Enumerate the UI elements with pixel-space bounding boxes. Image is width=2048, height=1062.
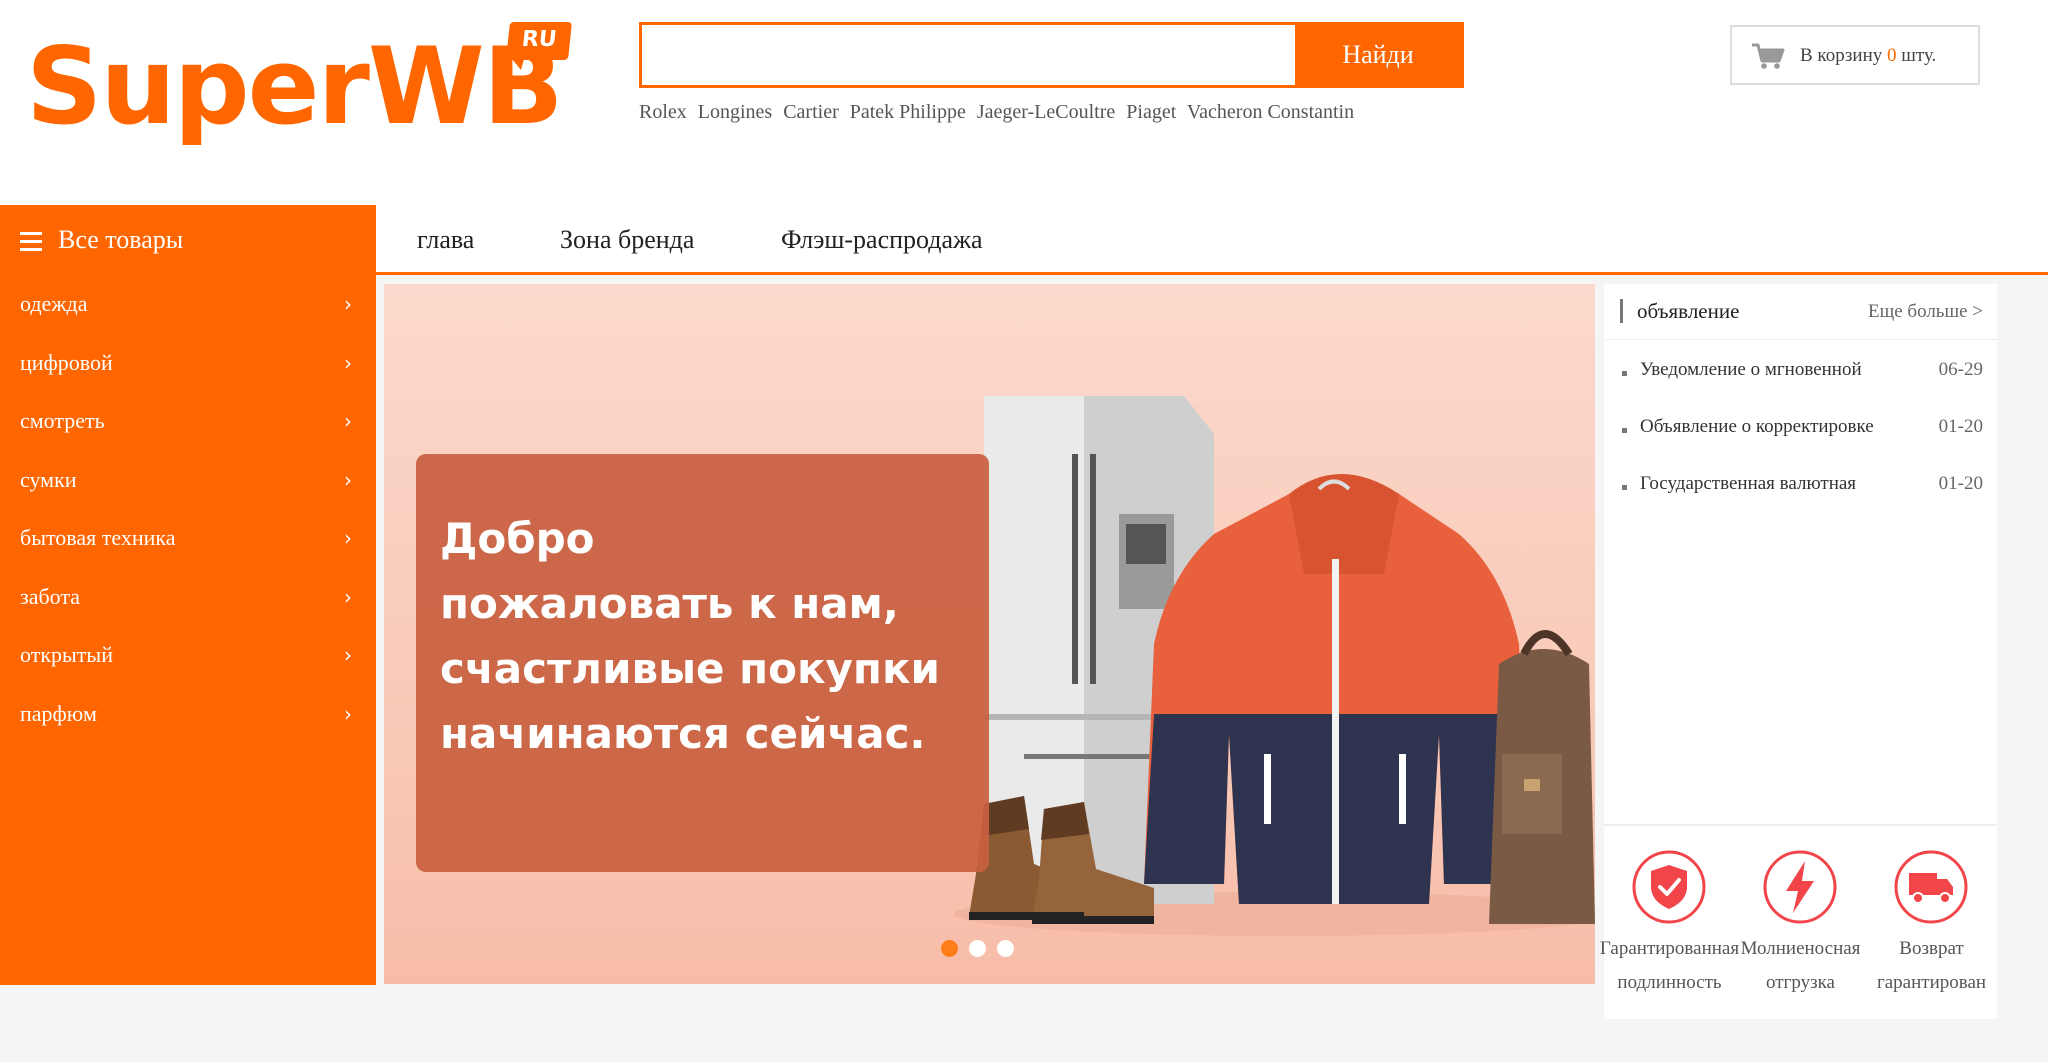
announcement-header: объявление Еще больше > [1604, 284, 1997, 340]
hot-word-link[interactable]: Patek Philippe [850, 101, 966, 123]
carousel-dot-2[interactable] [969, 940, 986, 957]
feature-label-line: Молниеносная [1740, 938, 1861, 959]
carousel-dot-1[interactable] [941, 940, 958, 957]
category-item[interactable]: бытовая техника › [0, 509, 376, 568]
feature-label: Возврат гарантирован [1858, 932, 2005, 1000]
welcome-message: Добро пожаловать к нам, счастливые покуп… [440, 506, 960, 766]
category-label: бытовая техника [20, 525, 176, 550]
hot-word-link[interactable]: Longines [698, 101, 772, 123]
announcement-item-date: 06-29 [1938, 359, 1983, 380]
welcome-line: счастливые покупки [440, 644, 940, 693]
menu-icon [20, 232, 42, 252]
chevron-right-icon: › [344, 584, 352, 609]
feature-fast-shipping: Молниеносная отгрузка [1735, 826, 1866, 1016]
chevron-right-icon: › [344, 292, 352, 316]
welcome-line: начинаются сейчас. [440, 709, 926, 758]
cart-count: 0 [1887, 45, 1897, 66]
promo-banner[interactable]: Добро пожаловать к нам, счастливые покуп… [384, 284, 1595, 984]
announcement-title: объявление [1620, 299, 1739, 323]
announcement-item-date: 01-20 [1938, 473, 1983, 494]
announcement-item[interactable]: Государственная валютная 01-20 [1604, 458, 1997, 515]
carousel-dot-3[interactable] [997, 940, 1014, 957]
main-nav: глава Зона бренда Флэш-распродажа [376, 205, 2048, 275]
nav-flash-sale[interactable]: Флэш-распродажа [781, 205, 983, 275]
backpack-image [1489, 630, 1595, 924]
carousel-dots [941, 940, 1014, 957]
chevron-right-icon: › [344, 701, 352, 726]
category-item[interactable]: парфюм › [0, 685, 376, 744]
announcement-item-title: Государственная валютная [1640, 473, 1857, 494]
chevron-right-icon: › [344, 526, 352, 550]
chevron-right-icon: › [344, 409, 352, 433]
search-bar: Найди [639, 22, 1464, 88]
hot-word-link[interactable]: Jaeger-LeCoultre [977, 101, 1115, 123]
chevron-right-icon: › [344, 350, 352, 375]
category-item[interactable]: забота › [0, 568, 376, 627]
hot-word-link[interactable]: Vacheron Constantin [1187, 101, 1354, 123]
chevron-right-icon: › [344, 643, 352, 667]
feature-label-line: подлинность [1617, 972, 1722, 993]
logo[interactable]: SuperWB [26, 34, 564, 140]
feature-label-line: гарантирован [1876, 972, 1987, 993]
welcome-line: Добро [440, 514, 595, 563]
category-label: сумки [20, 466, 77, 492]
feature-label: Молниеносная отгрузка [1727, 932, 1874, 1000]
search-button[interactable]: Найди [1295, 25, 1461, 85]
cart-prefix: В корзину [1800, 45, 1883, 66]
bullet-icon [1622, 485, 1627, 490]
announcement-item-title: Уведомление о мгновенной [1640, 359, 1862, 380]
logo-region-badge: RU [506, 22, 572, 60]
hot-word-link[interactable]: Rolex [639, 101, 687, 123]
category-label: смотреть [20, 408, 105, 433]
all-products-header[interactable]: Все товары [0, 205, 376, 275]
more-link[interactable]: Еще больше > [1868, 301, 1983, 323]
delivery-truck-icon [1894, 850, 1968, 924]
header: SuperWB RU Найди Rolex Longines Cartier … [0, 0, 2048, 205]
category-label: цифровой [20, 349, 113, 375]
cart-button[interactable]: В корзину 0 шту. [1730, 25, 1980, 85]
category-sidebar: Все товары одежда › цифровой › смотреть › с… [0, 205, 376, 985]
lightning-icon [1763, 850, 1837, 924]
feature-label-line: отгрузка [1766, 972, 1835, 993]
all-products-label: Все товары [58, 225, 184, 254]
category-label: одежда [20, 291, 88, 316]
category-item[interactable]: цифровой › [0, 334, 376, 393]
category-label: забота [20, 583, 81, 609]
category-item[interactable]: сумки › [0, 451, 376, 510]
category-item[interactable]: открытый › [0, 626, 376, 685]
feature-label-line: Возврат [1899, 938, 1964, 959]
announcement-item-date: 01-20 [1938, 416, 1983, 437]
cart-label: В корзину 0 шту. [1800, 45, 1936, 67]
announcement-panel: объявление Еще больше > Уведомление о мг… [1600, 284, 1997, 1019]
announcement-item[interactable]: Объявление о корректировке 01-20 [1604, 401, 1997, 458]
welcome-line: пожаловать к нам, [440, 579, 899, 628]
feature-return: Возврат гарантирован [1866, 826, 1997, 1016]
nav-brand-zone[interactable]: Зона бренда [560, 205, 694, 275]
bullet-icon [1622, 428, 1627, 433]
shopping-cart-icon [1752, 43, 1785, 69]
announcement-item[interactable]: Уведомление о мгновенной 06-29 [1604, 344, 1997, 401]
category-label: парфюм [20, 700, 97, 726]
bullet-icon [1622, 371, 1627, 376]
category-label: открытый [20, 642, 113, 667]
feature-label-line: Гарантированная [1599, 938, 1740, 959]
search-input[interactable] [642, 25, 1295, 85]
announcement-item-title: Объявление о корректировке [1640, 416, 1874, 437]
service-features: Гарантированная подлинность Молниеносная о… [1600, 824, 1997, 1019]
hot-search-words: Rolex Longines Cartier Patek Philippe Ja… [639, 101, 1360, 124]
cart-suffix: шту. [1901, 45, 1937, 66]
feature-label: Гарантированная подлинность [1596, 932, 1743, 1000]
feature-authenticity: Гарантированная подлинность [1600, 826, 1739, 1016]
category-item[interactable]: одежда › [0, 275, 376, 334]
shield-check-icon [1632, 850, 1706, 924]
chevron-right-icon: › [344, 467, 352, 492]
hot-word-link[interactable]: Cartier [783, 101, 839, 123]
hot-word-link[interactable]: Piaget [1126, 101, 1176, 123]
nav-home[interactable]: глава [417, 205, 474, 275]
category-item[interactable]: смотреть › [0, 392, 376, 451]
